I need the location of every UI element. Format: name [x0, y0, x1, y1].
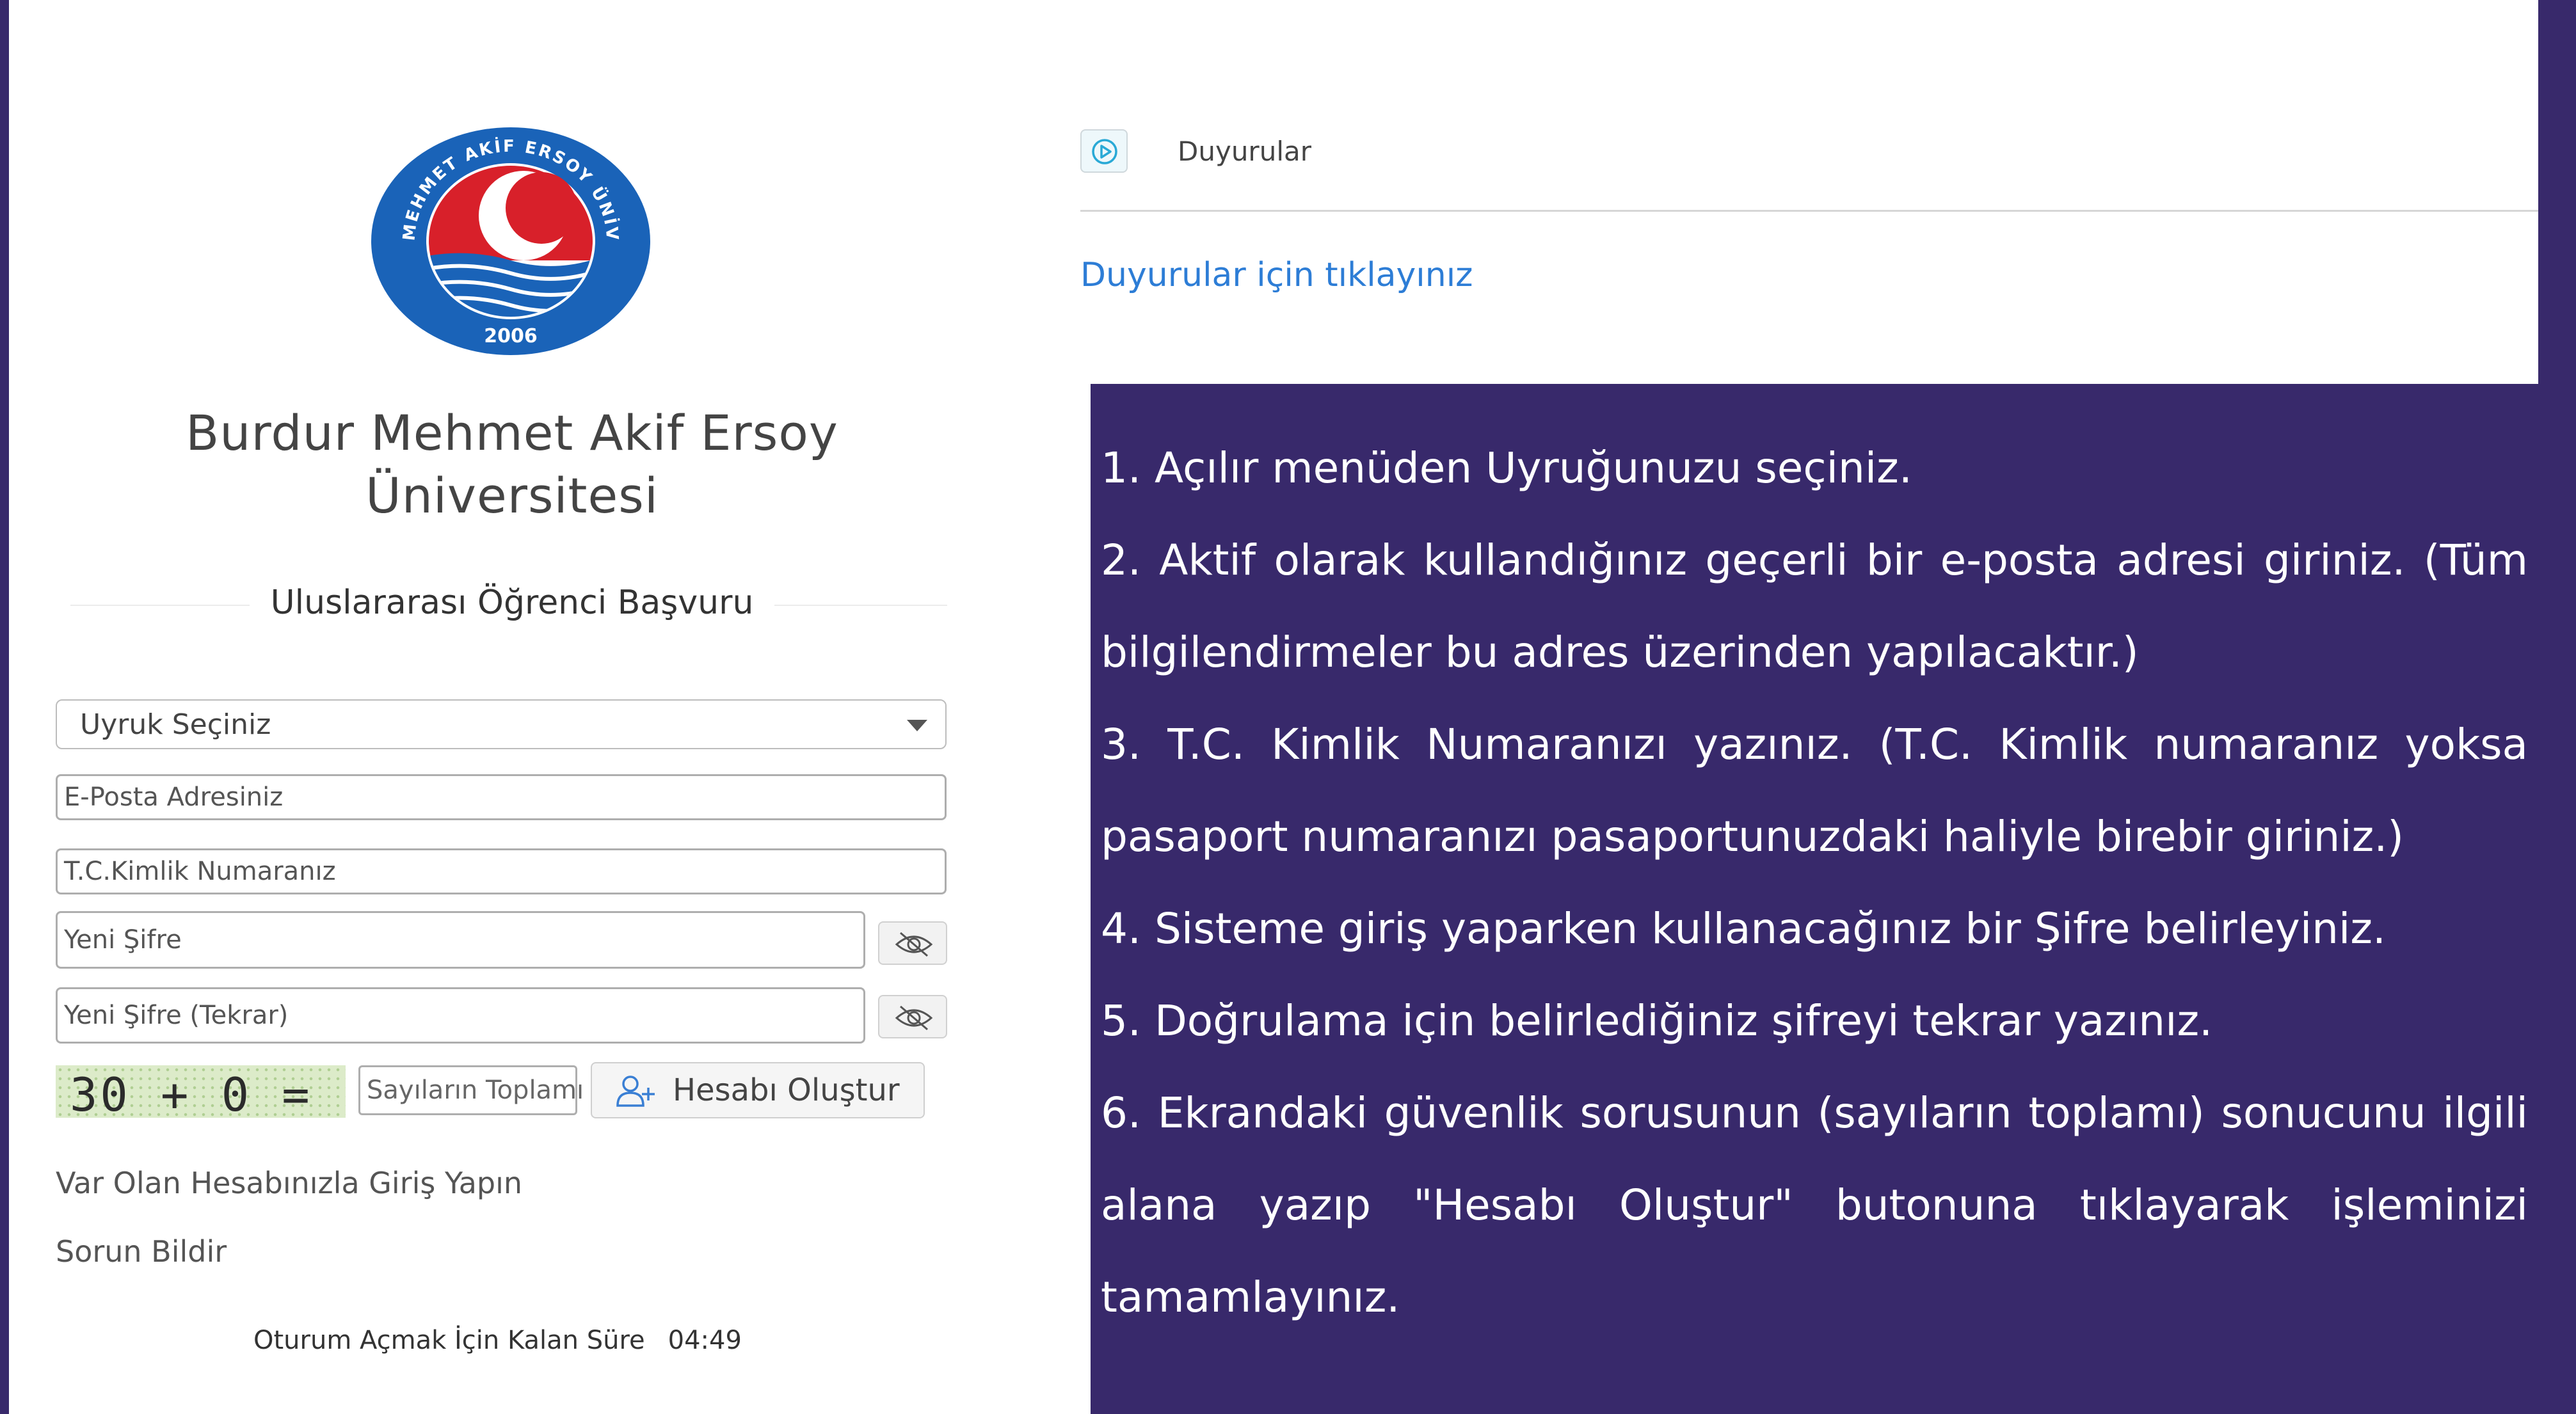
- announcements-divider: [1080, 210, 2538, 212]
- instruction-step-4: 4. Sisteme giriş yaparken kullanacağınız…: [1101, 904, 2386, 953]
- captcha-image: 30 + 0 = ?: [56, 1065, 346, 1118]
- logo-year: 2006: [484, 325, 538, 347]
- university-logo: MEHMET AKİF ERSOY ÜNİVERSİTESİ 2006: [362, 110, 652, 356]
- captcha-text: 30 + 0 = ?: [70, 1068, 312, 1118]
- toggle-password-repeat-visibility-button[interactable]: [878, 995, 947, 1038]
- chevron-down-icon: [907, 720, 927, 731]
- instruction-step-6: 6. Ekrandaki güvenlik sorusunun (sayılar…: [1101, 1088, 2528, 1322]
- create-account-label: Hesabı Oluştur: [673, 1072, 900, 1108]
- play-circle-icon: [1092, 139, 1117, 164]
- announcements-title: Duyurular: [1178, 136, 1311, 167]
- instructions-list: 1. Açılır menüden Uyruğunuzu seçiniz. 2.…: [1101, 422, 2528, 1344]
- create-account-button[interactable]: Hesabı Oluştur: [591, 1062, 925, 1118]
- new-password-repeat-field[interactable]: Yeni Şifre (Tekrar): [56, 987, 865, 1044]
- nationality-select-value: Uyruk Seçiniz: [80, 708, 271, 741]
- new-password-field[interactable]: Yeni Şifre: [56, 911, 865, 969]
- nationality-select[interactable]: Uyruk Seçiniz: [56, 699, 947, 749]
- new-password-repeat-placeholder: Yeni Şifre (Tekrar): [64, 1001, 289, 1030]
- report-problem-link[interactable]: Sorun Bildir: [56, 1234, 227, 1269]
- session-timer: Oturum Açmak İçin Kalan Süre 04:49: [253, 1326, 742, 1355]
- login-existing-account-link[interactable]: Var Olan Hesabınızla Giriş Yapın: [56, 1166, 522, 1200]
- instruction-step-3: 3. T.C. Kimlik Numaranızı yazınız. (T.C.…: [1101, 720, 2528, 861]
- toggle-password-visibility-button[interactable]: [878, 921, 947, 965]
- eye-slash-icon: [895, 1005, 933, 1031]
- instruction-step-5: 5. Doğrulama için belirlediğiniz şifreyi…: [1101, 996, 2213, 1045]
- instructions-panel: 1. Açılır menüden Uyruğunuzu seçiniz. 2.…: [1091, 384, 2538, 1414]
- section-divider-left: [70, 605, 250, 606]
- left-frame-border: [0, 0, 9, 1414]
- announcements-link[interactable]: Duyurular için tıklayınız: [1080, 256, 1473, 294]
- announcements-icon-button[interactable]: [1080, 129, 1128, 173]
- instruction-step-2: 2. Aktif olarak kullandığınız geçerli bi…: [1101, 536, 2528, 677]
- instruction-step-1: 1. Açılır menüden Uyruğunuzu seçiniz.: [1101, 443, 1912, 493]
- right-frame-border: [2538, 0, 2576, 1414]
- captcha-sum-placeholder: Sayıların Toplamı: [367, 1076, 584, 1105]
- add-user-icon: [616, 1076, 655, 1107]
- captcha-sum-input[interactable]: Sayıların Toplamı: [358, 1065, 584, 1115]
- new-password-placeholder: Yeni Şifre: [64, 925, 182, 955]
- session-timer-value: 04:49: [668, 1326, 742, 1355]
- session-timer-label: Oturum Açmak İçin Kalan Süre: [253, 1326, 645, 1355]
- email-placeholder: E-Posta Adresiniz: [64, 782, 284, 812]
- tc-number-placeholder: T.C.Kimlik Numaranız: [64, 857, 336, 886]
- university-name: Burdur Mehmet Akif Ersoy Üniversitesi: [186, 404, 838, 524]
- email-field[interactable]: E-Posta Adresiniz: [56, 774, 947, 820]
- section-divider-right: [774, 605, 947, 606]
- section-title: Uluslararası Öğrenci Başvuru: [270, 584, 754, 622]
- tc-number-field[interactable]: T.C.Kimlik Numaranız: [56, 848, 947, 894]
- eye-slash-icon: [895, 932, 933, 957]
